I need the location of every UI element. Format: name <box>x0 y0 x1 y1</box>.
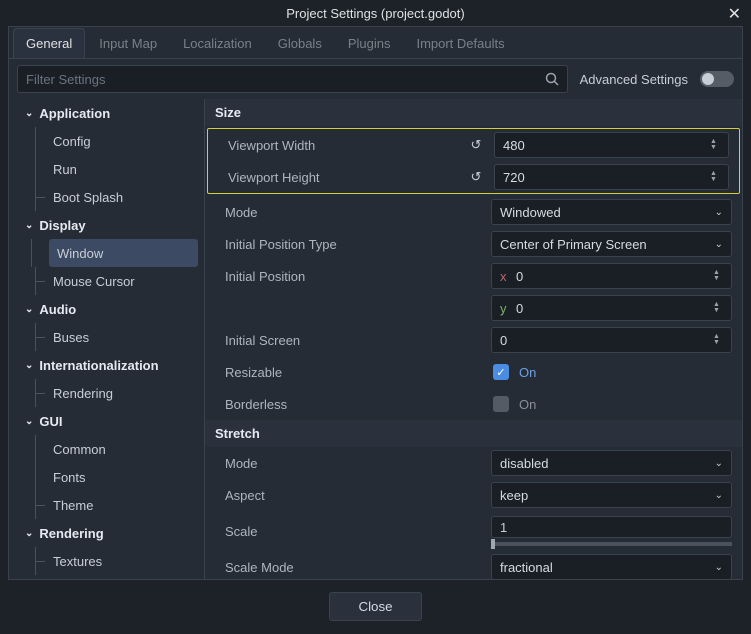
sidebar: ⌄Application Config Run Boot Splash ⌄Dis… <box>9 99 205 579</box>
sidebar-group-rendering[interactable]: ⌄Rendering <box>9 519 204 547</box>
row-init-pos-type: Initial Position Type Center of Primary … <box>205 228 742 260</box>
search-input[interactable] <box>26 72 545 87</box>
sidebar-item-theme[interactable]: Theme <box>9 491 204 519</box>
close-button[interactable]: Close <box>329 592 421 621</box>
scale-mode-dropdown[interactable]: fractional ⌄ <box>491 554 732 579</box>
sidebar-item-buses[interactable]: Buses <box>9 323 204 351</box>
sidebar-item-fonts[interactable]: Fonts <box>9 463 204 491</box>
search-icon <box>545 72 559 86</box>
slider-track[interactable] <box>491 542 732 546</box>
tab-localization[interactable]: Localization <box>171 29 264 58</box>
row-init-pos-y: y 0 ▲▼ <box>205 292 742 324</box>
highlighted-properties: Viewport Width ↺ 480 ▲▼ Viewport Height … <box>207 128 740 194</box>
close-icon[interactable]: ✕ <box>728 4 741 24</box>
spinner-icon[interactable]: ▲▼ <box>713 302 723 314</box>
sidebar-item-config[interactable]: Config <box>9 127 204 155</box>
chevron-down-icon: ⌄ <box>25 108 33 119</box>
row-viewport-width: Viewport Width ↺ 480 ▲▼ <box>208 129 739 161</box>
chevron-down-icon: ⌄ <box>25 360 33 371</box>
chevron-down-icon: ⌄ <box>25 528 33 539</box>
spinner-icon[interactable]: ▲▼ <box>710 139 720 151</box>
borderless-checkbox[interactable] <box>493 396 509 412</box>
sidebar-group-display[interactable]: ⌄Display <box>9 211 204 239</box>
spinner-icon[interactable]: ▲▼ <box>713 270 723 282</box>
viewport-height-input[interactable]: 720 ▲▼ <box>494 164 729 190</box>
init-pos-x-input[interactable]: x 0 ▲▼ <box>491 263 732 289</box>
scale-slider[interactable]: 1 <box>491 516 732 546</box>
axis-y-label: y <box>500 301 516 316</box>
chevron-down-icon: ⌄ <box>25 416 33 427</box>
advanced-settings-label: Advanced Settings <box>580 72 688 87</box>
chevron-down-icon: ⌄ <box>25 220 33 231</box>
stretch-mode-dropdown[interactable]: disabled ⌄ <box>491 450 732 476</box>
init-pos-y-input[interactable]: y 0 ▲▼ <box>491 295 732 321</box>
init-pos-type-dropdown[interactable]: Center of Primary Screen ⌄ <box>491 231 732 257</box>
sidebar-item-i18n-rendering[interactable]: Rendering <box>9 379 204 407</box>
section-stretch-header: Stretch <box>205 420 742 447</box>
tab-bar: General Input Map Localization Globals P… <box>9 27 742 59</box>
sidebar-item-textures[interactable]: Textures <box>9 547 204 575</box>
reset-icon[interactable]: ↺ <box>466 137 486 153</box>
chevron-down-icon: ⌄ <box>715 458 723 469</box>
row-stretch-mode: Mode disabled ⌄ <box>205 447 742 479</box>
row-viewport-height: Viewport Height ↺ 720 ▲▼ <box>208 161 739 193</box>
spinner-icon[interactable]: ▲▼ <box>713 334 723 346</box>
advanced-toggle[interactable] <box>700 71 734 87</box>
tab-globals[interactable]: Globals <box>266 29 334 58</box>
sidebar-item-window[interactable]: Window <box>49 239 198 267</box>
sidebar-item-run[interactable]: Run <box>9 155 204 183</box>
sidebar-group-application[interactable]: ⌄Application <box>9 99 204 127</box>
settings-panel: Size Viewport Width ↺ 480 ▲▼ Viewport He… <box>205 99 742 579</box>
tab-plugins[interactable]: Plugins <box>336 29 403 58</box>
spinner-icon[interactable]: ▲▼ <box>710 171 720 183</box>
sidebar-group-gui[interactable]: ⌄GUI <box>9 407 204 435</box>
row-mode: Mode Windowed ⌄ <box>205 196 742 228</box>
axis-x-label: x <box>500 269 516 284</box>
row-init-screen: Initial Screen 0 ▲▼ <box>205 324 742 356</box>
tab-general[interactable]: General <box>13 28 85 58</box>
sidebar-item-boot-splash[interactable]: Boot Splash <box>9 183 204 211</box>
viewport-width-input[interactable]: 480 ▲▼ <box>494 132 729 158</box>
aspect-dropdown[interactable]: keep ⌄ <box>491 482 732 508</box>
row-scale-mode: Scale Mode fractional ⌄ <box>205 551 742 579</box>
sidebar-item-common[interactable]: Common <box>9 435 204 463</box>
row-borderless: Borderless On <box>205 388 742 420</box>
row-scale: Scale 1 <box>205 511 742 551</box>
tab-input-map[interactable]: Input Map <box>87 29 169 58</box>
filter-search[interactable] <box>17 65 568 93</box>
row-aspect: Aspect keep ⌄ <box>205 479 742 511</box>
sidebar-group-i18n[interactable]: ⌄Internationalization <box>9 351 204 379</box>
sidebar-group-audio[interactable]: ⌄Audio <box>9 295 204 323</box>
reset-icon[interactable]: ↺ <box>466 169 486 185</box>
row-init-pos-x: Initial Position x 0 ▲▼ <box>205 260 742 292</box>
sidebar-item-mouse-cursor[interactable]: Mouse Cursor <box>9 267 204 295</box>
row-resizable: Resizable ✓ On <box>205 356 742 388</box>
mode-dropdown[interactable]: Windowed ⌄ <box>491 199 732 225</box>
chevron-down-icon: ⌄ <box>25 304 33 315</box>
window-title: Project Settings (project.godot) <box>286 6 464 21</box>
chevron-down-icon: ⌄ <box>715 562 723 573</box>
tab-import-defaults[interactable]: Import Defaults <box>404 29 516 58</box>
chevron-down-icon: ⌄ <box>715 207 723 218</box>
chevron-down-icon: ⌄ <box>715 239 723 250</box>
init-screen-input[interactable]: 0 ▲▼ <box>491 327 732 353</box>
section-size-header: Size <box>205 99 742 126</box>
resizable-checkbox[interactable]: ✓ <box>493 364 509 380</box>
chevron-down-icon: ⌄ <box>715 490 723 501</box>
